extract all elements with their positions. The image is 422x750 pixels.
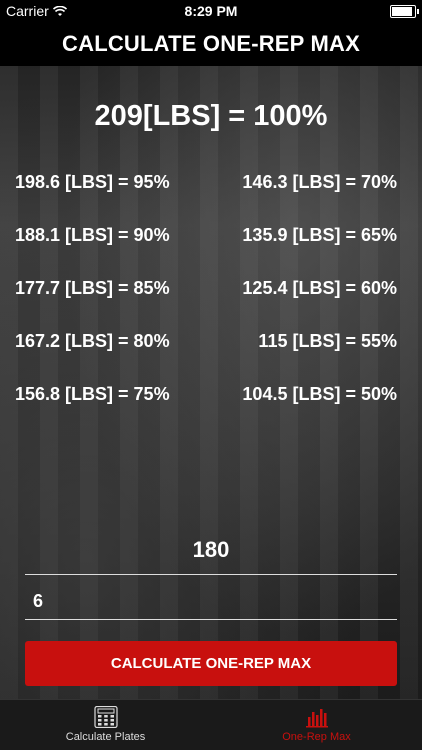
calculate-one-rep-max-button[interactable]: CALCULATE ONE-REP MAX: [25, 641, 397, 686]
tab-bar: Calculate Plates One-Rep Max: [0, 699, 422, 750]
status-bar: Carrier 8:29 PM: [0, 0, 422, 22]
percentage-left: 167.2 [LBS] = 80%: [15, 331, 170, 351]
percentage-left: 177.7 [LBS] = 85%: [15, 278, 170, 298]
percentage-row: 156.8 [LBS] = 75% 104.5 [LBS] = 50%: [0, 380, 422, 433]
tab-label: One-Rep Max: [282, 731, 351, 743]
percentage-right: 125.4 [LBS] = 60%: [242, 278, 397, 298]
tab-one-rep-max[interactable]: One-Rep Max: [211, 700, 422, 750]
percentage-row: 188.1 [LBS] = 90% 135.9 [LBS] = 65%: [0, 221, 422, 274]
percentage-right: 115 [LBS] = 55%: [258, 331, 397, 351]
status-time: 8:29 PM: [184, 3, 238, 19]
tab-calculate-plates[interactable]: Calculate Plates: [0, 700, 211, 750]
percentage-left: 188.1 [LBS] = 90%: [15, 225, 170, 245]
percentage-right: 146.3 [LBS] = 70%: [242, 172, 397, 192]
battery-icon: [390, 5, 419, 18]
percentage-left: 156.8 [LBS] = 75%: [15, 384, 170, 404]
percentage-table: 198.6 [LBS] = 95% 146.3 [LBS] = 70% 188.…: [0, 168, 422, 433]
percentage-right: 135.9 [LBS] = 65%: [242, 225, 397, 245]
navigation-bar: CALCULATE ONE-REP MAX: [0, 22, 422, 66]
percentage-row: 198.6 [LBS] = 95% 146.3 [LBS] = 70%: [0, 168, 422, 221]
calculator-icon: [93, 706, 118, 728]
percentage-row: 167.2 [LBS] = 80% 115 [LBS] = 55%: [0, 327, 422, 380]
bar-chart-icon: [305, 709, 328, 728]
weight-input[interactable]: 180: [25, 532, 397, 575]
percentage-row: 177.7 [LBS] = 85% 125.4 [LBS] = 60%: [0, 274, 422, 327]
percentage-right: 104.5 [LBS] = 50%: [242, 384, 397, 404]
tab-label: Calculate Plates: [65, 731, 146, 743]
reps-input[interactable]: 6: [25, 585, 397, 620]
percentage-left: 198.6 [LBS] = 95%: [15, 172, 170, 192]
page-title: CALCULATE ONE-REP MAX: [62, 31, 360, 56]
one-rep-max-result: 209[LBS] = 100%: [94, 100, 328, 132]
